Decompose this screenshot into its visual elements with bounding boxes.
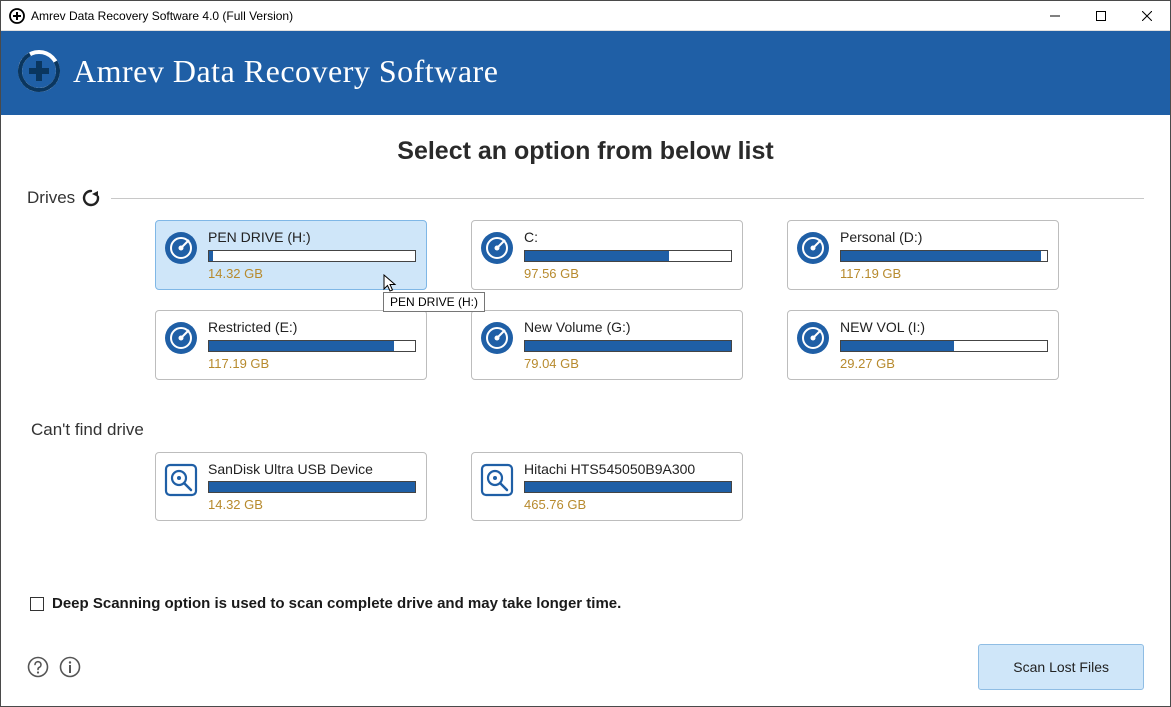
app-header: Amrev Data Recovery Software [1,31,1170,115]
deep-scanning-row: Deep Scanning option is used to scan com… [30,595,1144,612]
drive-name: New Volume (G:) [524,319,732,336]
usage-bar [208,340,416,352]
cant-find-label: Can't find drive [31,420,1144,440]
close-button[interactable] [1124,1,1170,31]
deep-scanning-checkbox[interactable] [30,597,44,611]
main-content: Select an option from below list Drives … [1,115,1170,706]
drive-size: 117.19 GB [840,266,1048,281]
scan-disk-icon [164,463,198,497]
deep-scanning-label: Deep Scanning option is used to scan com… [52,595,621,612]
disk-icon [164,231,198,265]
title-bar: Amrev Data Recovery Software 4.0 (Full V… [1,1,1170,31]
drives-grid: PEN DRIVE (H:) 14.32 GB C: 97.56 GB Personal… [155,220,1144,380]
drive-size: 14.32 GB [208,266,416,281]
device-name: Hitachi HTS545050B9A300 [524,461,732,478]
app-title: Amrev Data Recovery Software [73,53,498,90]
drive-card[interactable]: New Volume (G:) 79.04 GB [471,310,743,380]
device-name: SanDisk Ultra USB Device [208,461,416,478]
usage-bar [208,481,416,493]
minimize-button[interactable] [1032,1,1078,31]
drive-name: Personal (D:) [840,229,1048,246]
device-size: 14.32 GB [208,497,416,512]
maximize-button[interactable] [1078,1,1124,31]
disk-icon [796,231,830,265]
usage-bar [840,250,1048,262]
drive-card[interactable]: Personal (D:) 117.19 GB [787,220,1059,290]
page-heading: Select an option from below list [27,137,1144,166]
drive-name: C: [524,229,732,246]
drive-name: PEN DRIVE (H:) [208,229,416,246]
usage-bar [524,340,732,352]
drive-size: 117.19 GB [208,356,416,371]
drive-card[interactable]: NEW VOL (I:) 29.27 GB [787,310,1059,380]
drive-size: 79.04 GB [524,356,732,371]
drive-card[interactable]: PEN DRIVE (H:) 14.32 GB [155,220,427,290]
disk-icon [796,321,830,355]
disk-icon [164,321,198,355]
device-size: 465.76 GB [524,497,732,512]
usage-bar [524,250,732,262]
drives-label: Drives [27,188,75,208]
usage-bar [840,340,1048,352]
info-icon[interactable] [59,656,81,678]
disk-icon [480,321,514,355]
app-icon [9,8,25,24]
refresh-icon[interactable] [81,188,101,208]
footer: Deep Scanning option is used to scan com… [1,595,1170,706]
usage-bar [208,250,416,262]
disk-icon [480,231,514,265]
drive-card[interactable]: Restricted (E:) 117.19 GB [155,310,427,380]
drives-section-header: Drives [27,188,1144,208]
drive-card[interactable]: C: 97.56 GB [471,220,743,290]
usage-bar [524,481,732,493]
window-title: Amrev Data Recovery Software 4.0 (Full V… [31,9,293,23]
help-icon[interactable] [27,656,49,678]
device-card[interactable]: Hitachi HTS545050B9A300 465.76 GB [471,452,743,522]
scan-disk-icon [480,463,514,497]
divider [111,198,1144,199]
drive-size: 97.56 GB [524,266,732,281]
device-card[interactable]: SanDisk Ultra USB Device 14.32 GB [155,452,427,522]
drive-name: NEW VOL (I:) [840,319,1048,336]
devices-grid: SanDisk Ultra USB Device 14.32 GB Hitachi … [155,452,1144,522]
app-logo-icon [17,49,61,93]
drive-size: 29.27 GB [840,356,1048,371]
drive-name: Restricted (E:) [208,319,416,336]
scan-lost-files-button[interactable]: Scan Lost Files [978,644,1144,690]
